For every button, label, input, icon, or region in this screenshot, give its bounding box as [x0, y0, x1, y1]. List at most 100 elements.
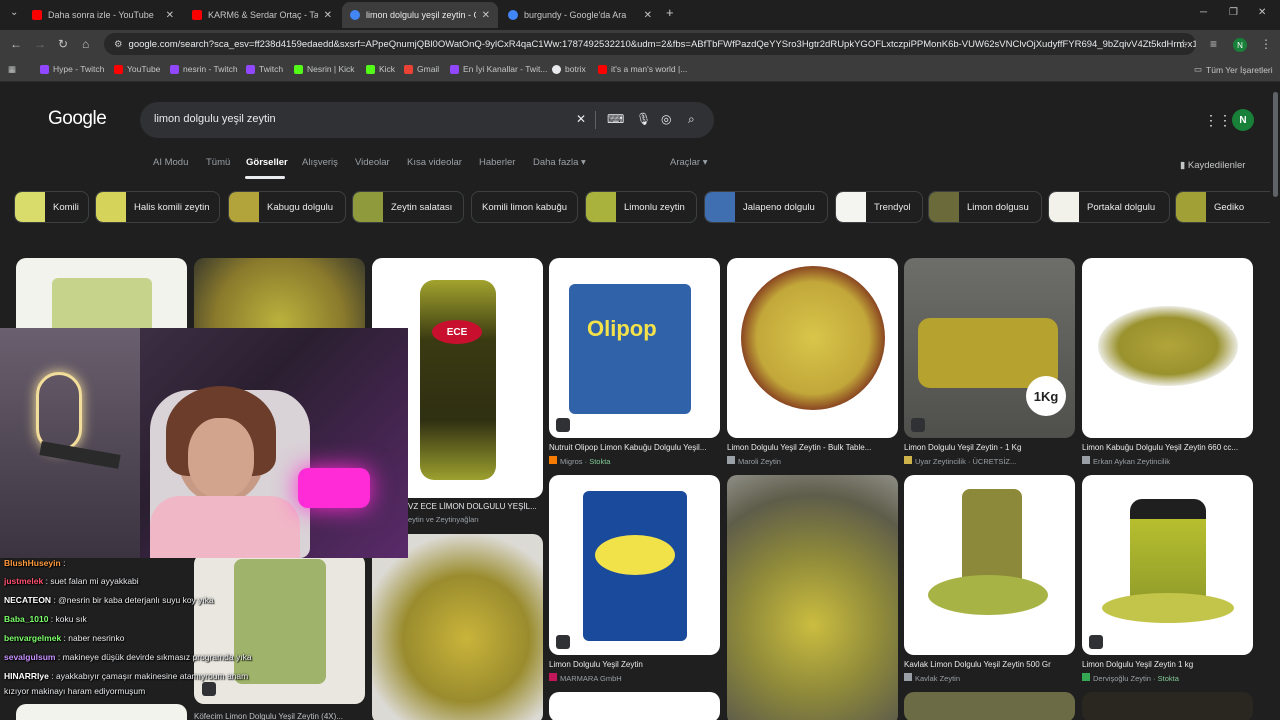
result-title[interactable]: Limon Dolgulu Yeşil Zeytin	[549, 660, 720, 669]
chip-kabugu-dolgulu[interactable]: Kabugu dolgulu	[228, 191, 346, 223]
chip-limonlu-zeytin[interactable]: Limonlu zeytin	[585, 191, 697, 223]
result-title[interactable]: Limon Dolgulu Yeşil Zeytin - Bulk Table.…	[727, 443, 898, 452]
tab-videos[interactable]: Videolar	[355, 157, 390, 168]
search-icon[interactable]: ⌕	[688, 112, 695, 127]
result-source[interactable]: eytin ve Zeytinyağları	[408, 515, 543, 524]
result-image-goremi[interactable]	[727, 475, 898, 720]
result-title[interactable]: Limon Dolgulu Yeşil Zeytin 1 kg	[1082, 660, 1253, 669]
bookmark-star-icon[interactable]: ☆	[1178, 37, 1189, 51]
browser-tab-karm6[interactable]: KARM6 & Serdar Ortaç - Ta Bura ✕	[184, 4, 340, 26]
close-tab-icon[interactable]: ✕	[166, 10, 174, 21]
back-icon[interactable]: ←	[10, 37, 22, 51]
mic-icon[interactable]: 🎙︎	[636, 112, 651, 126]
forward-icon[interactable]: →	[34, 37, 46, 51]
search-input[interactable]: limon dolgulu yeşil zeytin	[154, 113, 276, 125]
chip-zeytin-salatasi[interactable]: Zeytin salatası	[352, 191, 464, 223]
close-tab-icon[interactable]: ✕	[324, 10, 332, 21]
bookmark-item[interactable]: Kick	[366, 64, 395, 74]
media-icon[interactable]: ≡	[1210, 37, 1217, 51]
lens-icon[interactable]: ◎	[661, 112, 671, 126]
result-image[interactable]	[1082, 692, 1253, 720]
clear-search-icon[interactable]: ✕	[576, 112, 586, 126]
result-image-olives-bowl[interactable]	[194, 258, 365, 338]
address-bar[interactable]: ⚙ google.com/search?sca_esv=ff238d4159ed…	[104, 33, 1196, 55]
bookmark-item[interactable]: Twitch	[246, 64, 283, 74]
browser-tab-youtube[interactable]: Daha sonra izle - YouTube ✕	[24, 4, 182, 26]
new-tab-button[interactable]: +	[666, 5, 674, 20]
tools-button[interactable]: Araçlar ▾	[670, 157, 708, 168]
result-image-olipop[interactable]: Olipop	[549, 258, 720, 438]
search-box[interactable]: limon dolgulu yeşil zeytin ✕ ⌨ 🎙︎ ◎ ⌕	[140, 102, 714, 138]
bookmark-item[interactable]: nesrin - Twitch	[170, 64, 238, 74]
reload-icon[interactable]: ↻	[58, 37, 68, 51]
result-image-marmara[interactable]	[549, 475, 720, 655]
result-title[interactable]: Köfecim Limon Dolgulu Yeşil Zeytin (4X).…	[194, 712, 365, 720]
saved-button[interactable]: ▮ Kaydedilenler	[1180, 160, 1245, 171]
result-source[interactable]: Maroli Zeytin	[727, 456, 898, 466]
result-image-dervisoglu[interactable]	[1082, 475, 1253, 655]
result-image-kavlak[interactable]	[904, 475, 1075, 655]
site-info-icon[interactable]: ⚙	[114, 39, 123, 50]
close-window-icon[interactable]: ✕	[1258, 7, 1266, 18]
menu-icon[interactable]: ⋮	[1260, 37, 1272, 51]
result-source[interactable]: MARMARA GmbH	[549, 673, 720, 683]
result-source[interactable]: Migros · Stokta	[549, 456, 720, 466]
tab-search-icon[interactable]: ⌄	[10, 7, 18, 18]
bookmark-item[interactable]: Nesrin | Kick	[294, 64, 355, 74]
result-source[interactable]: Dervişoğlu Zeytin · Stokta	[1082, 673, 1253, 683]
browser-tab-burgundy[interactable]: burgundy - Google'da Ara ✕	[500, 4, 660, 26]
tab-ai-mode[interactable]: AI Modu	[153, 157, 188, 168]
tab-news[interactable]: Haberler	[479, 157, 515, 168]
result-image[interactable]	[904, 692, 1075, 720]
tab-more[interactable]: Daha fazla ▾	[533, 157, 586, 168]
bookmark-item[interactable]: Hype - Twitch	[40, 64, 104, 74]
profile-avatar[interactable]: N	[1233, 38, 1247, 52]
restore-icon[interactable]: ❐	[1229, 7, 1238, 18]
bookmark-item[interactable]: botrix	[552, 64, 586, 74]
bookmark-item[interactable]: Gmail	[404, 64, 439, 74]
tab-images[interactable]: Görseller	[246, 157, 288, 168]
result-image-uyar[interactable]: 1Kg	[904, 258, 1075, 438]
bookmark-item[interactable]: it's a man's world |...	[598, 64, 687, 74]
chip-jalapeno[interactable]: Jalapeno dolgulu	[704, 191, 828, 223]
result-source[interactable]: Kavlak Zeytin	[904, 673, 1075, 683]
result-image-erkan[interactable]	[1082, 258, 1253, 438]
scrollbar-thumb[interactable]	[1273, 92, 1278, 197]
result-title[interactable]: Nutruit Olipop Limon Kabuğu Dolgulu Yeşi…	[549, 443, 720, 452]
marmara-icon	[549, 673, 557, 681]
all-bookmarks[interactable]: ▭ Tüm Yer İşaretleri	[1194, 64, 1273, 75]
result-title[interactable]: Limon Dolgulu Yeşil Zeytin - 1 Kg	[904, 443, 1075, 452]
chip-halis-komili[interactable]: Halis komili zeytin	[95, 191, 220, 223]
close-tab-icon[interactable]: ✕	[482, 10, 490, 21]
minimize-icon[interactable]: ─	[1200, 7, 1207, 18]
result-image[interactable]	[549, 692, 720, 720]
chip-trendyol[interactable]: Trendyol	[835, 191, 923, 223]
result-image[interactable]	[16, 704, 187, 720]
chip-portakal-dolgulu[interactable]: Portakal dolgulu	[1048, 191, 1170, 223]
bookmark-item[interactable]: YouTube	[114, 64, 160, 74]
google-logo[interactable]: Google	[48, 108, 107, 130]
result-source[interactable]: Erkan Aykan Zeytincilik	[1082, 456, 1253, 466]
tab-short-videos[interactable]: Kısa videolar	[407, 157, 462, 168]
chip-limon-dolgusu[interactable]: Limon dolgusu	[928, 191, 1042, 223]
chip-komili[interactable]: Komili	[14, 191, 89, 223]
page-scrollbar[interactable]	[1271, 82, 1280, 720]
result-image-bowl[interactable]	[727, 258, 898, 438]
result-title[interactable]: Kavlak Limon Dolgulu Yeşil Zeytin 500 Gr	[904, 660, 1075, 669]
bookmark-item[interactable]: En İyi Kanallar - Twit...	[450, 64, 547, 74]
account-avatar[interactable]: N	[1232, 109, 1254, 131]
tab-all[interactable]: Tümü	[206, 157, 230, 168]
home-icon[interactable]: ⌂	[82, 37, 89, 51]
close-tab-icon[interactable]: ✕	[644, 10, 652, 21]
chip-gediko[interactable]: Gediko	[1175, 191, 1270, 223]
chip-komili-limon-kabugu[interactable]: Komili limon kabuğu	[471, 191, 578, 223]
result-title[interactable]: Limon Kabuğu Dolgulu Yeşil Zeytin 660 cc…	[1082, 443, 1253, 452]
apps-icon[interactable]: ▦	[8, 64, 16, 75]
keyboard-icon[interactable]: ⌨	[607, 112, 624, 126]
tab-shopping[interactable]: Alışveriş	[302, 157, 338, 168]
result-image-komili[interactable]	[16, 258, 187, 338]
result-image-olives-plate[interactable]	[372, 534, 543, 720]
result-title[interactable]: VZ ECE LİMON DOLGULU YEŞİL...	[408, 502, 543, 511]
browser-tab-active[interactable]: limon dolgulu yeşil zeytin - Goo ✕	[342, 2, 498, 28]
result-source[interactable]: Uyar Zeytincilik · ÜCRETSİZ...	[904, 456, 1075, 466]
